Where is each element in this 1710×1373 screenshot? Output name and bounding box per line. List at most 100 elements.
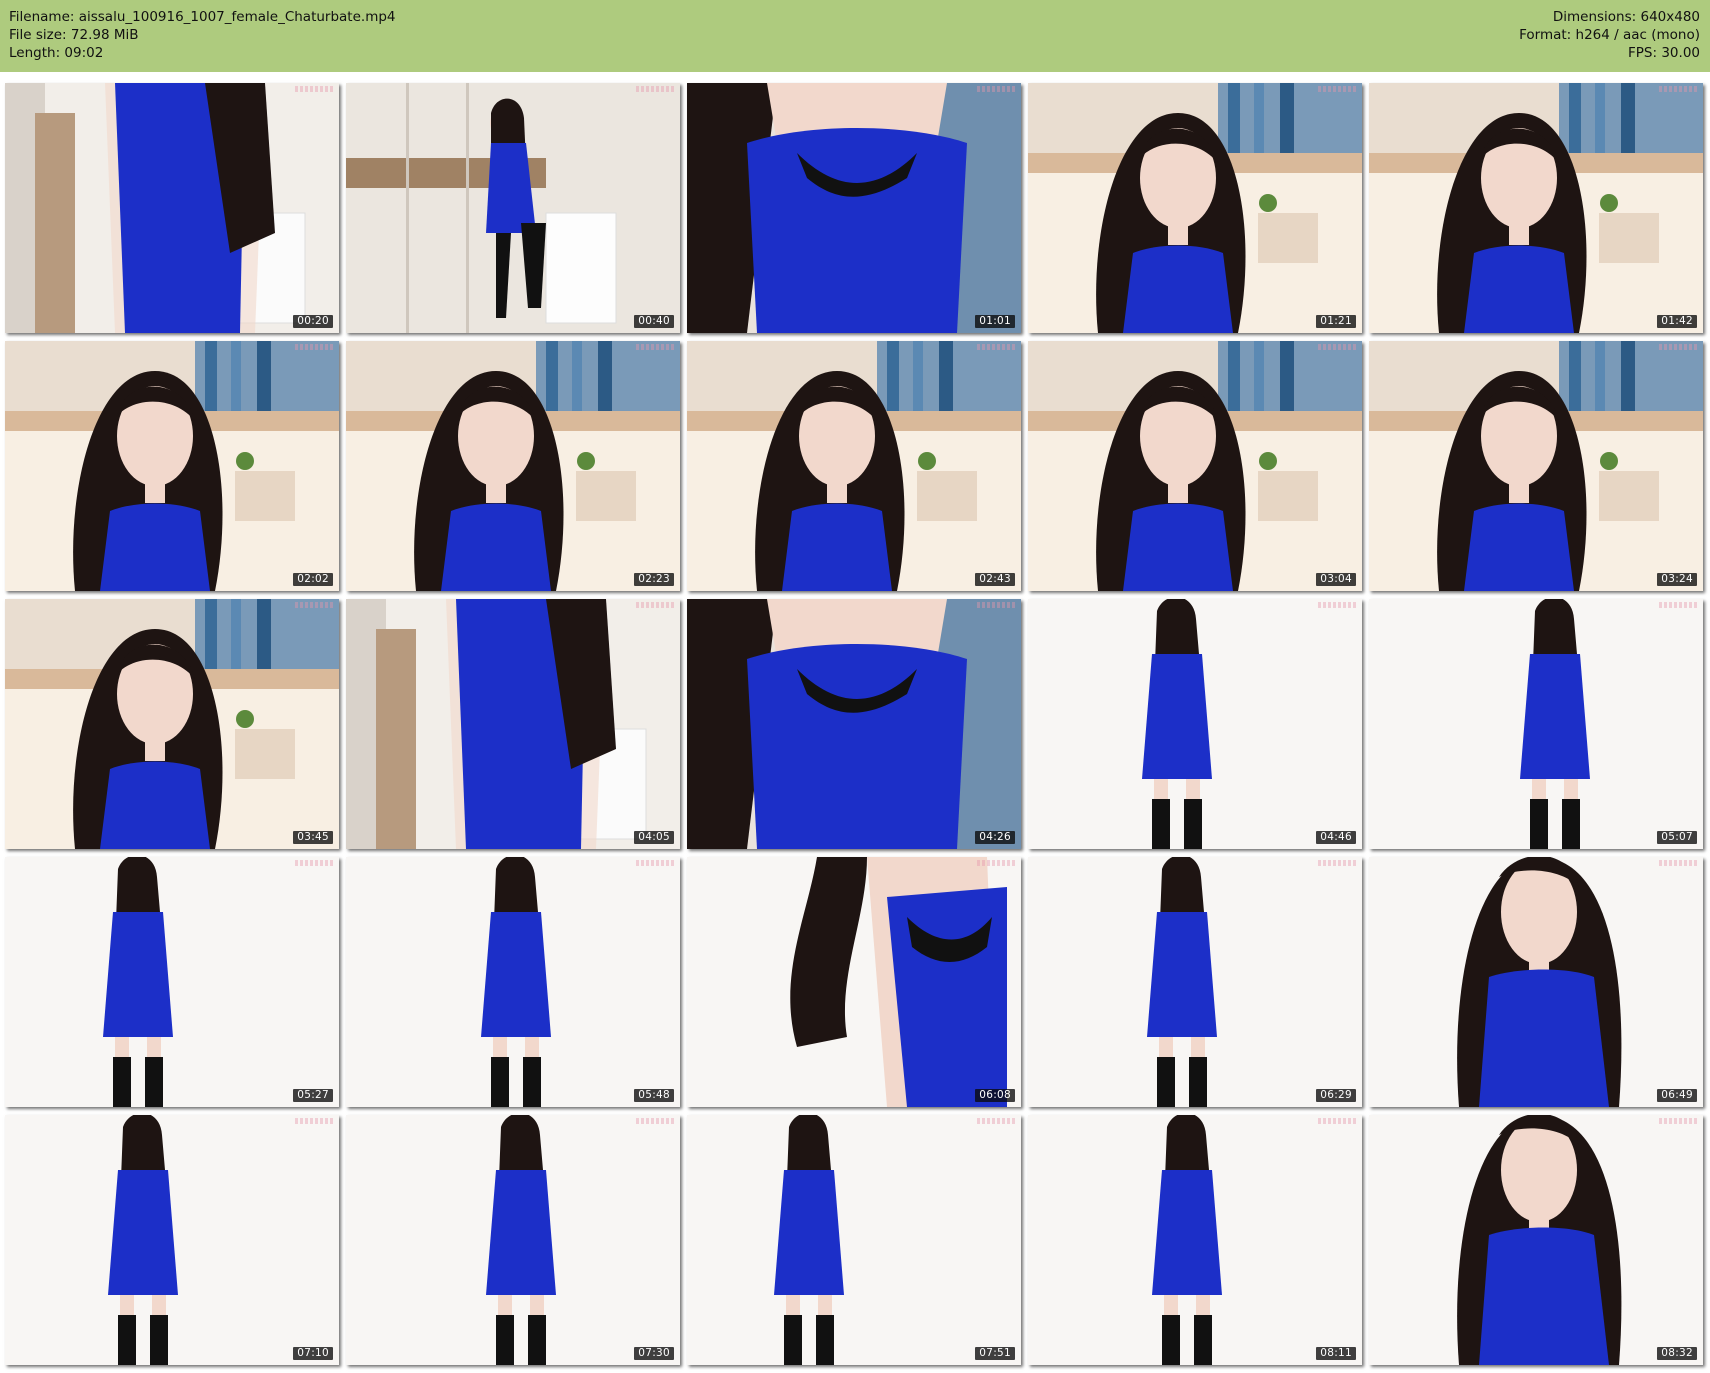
timestamp-label: 08:11 — [1316, 1347, 1356, 1360]
video-thumbnail: 00:40 — [346, 83, 680, 333]
watermark — [977, 602, 1015, 608]
video-thumbnail: 02:02 — [5, 341, 339, 591]
frame-image — [5, 599, 339, 849]
timestamp-label: 07:30 — [634, 1347, 674, 1360]
video-thumbnail: 06:08 — [687, 857, 1021, 1107]
watermark — [1659, 602, 1697, 608]
watermark — [977, 860, 1015, 866]
fps-text: FPS: 30.00 — [1628, 45, 1700, 61]
file-info-header: Filename: aissalu_100916_1007_female_Cha… — [0, 0, 1710, 72]
timestamp-label: 01:42 — [1657, 315, 1697, 328]
timestamp-label: 06:08 — [975, 1089, 1015, 1102]
video-thumbnail: 04:46 — [1028, 599, 1362, 849]
length-text: Length: 09:02 — [9, 45, 104, 61]
frame-image — [687, 83, 1021, 333]
watermark — [295, 344, 333, 350]
watermark — [636, 86, 674, 92]
video-thumbnail: 07:10 — [5, 1115, 339, 1365]
timestamp-label: 06:49 — [1657, 1089, 1697, 1102]
frame-image — [5, 83, 339, 333]
frame-image — [1369, 857, 1703, 1107]
video-thumbnail: 03:04 — [1028, 341, 1362, 591]
file-info-right: Dimensions: 640x480 Format: h264 / aac (… — [1519, 8, 1700, 62]
video-thumbnail: 06:49 — [1369, 857, 1703, 1107]
timestamp-label: 04:26 — [975, 831, 1015, 844]
watermark — [977, 344, 1015, 350]
thumbnail-grid: 00:20 00:40 01:01 01:21 01:42 02:02 02:2… — [5, 83, 1705, 1368]
watermark — [977, 1118, 1015, 1124]
timestamp-label: 02:43 — [975, 573, 1015, 586]
watermark — [636, 1118, 674, 1124]
timestamp-label: 04:46 — [1316, 831, 1356, 844]
watermark — [295, 602, 333, 608]
timestamp-label: 03:45 — [293, 831, 333, 844]
timestamp-label: 01:01 — [975, 315, 1015, 328]
video-thumbnail: 06:29 — [1028, 857, 1362, 1107]
video-thumbnail: 07:51 — [687, 1115, 1021, 1365]
video-thumbnail: 02:43 — [687, 341, 1021, 591]
timestamp-label: 03:04 — [1316, 573, 1356, 586]
frame-image — [687, 341, 1021, 591]
watermark — [1659, 344, 1697, 350]
frame-image — [687, 857, 1021, 1107]
watermark — [977, 86, 1015, 92]
watermark — [1318, 602, 1356, 608]
filename-text: Filename: aissalu_100916_1007_female_Cha… — [9, 9, 396, 25]
timestamp-label: 07:51 — [975, 1347, 1015, 1360]
watermark — [1318, 1118, 1356, 1124]
timestamp-label: 02:23 — [634, 573, 674, 586]
frame-image — [346, 857, 680, 1107]
watermark — [295, 860, 333, 866]
video-thumbnail: 00:20 — [5, 83, 339, 333]
watermark — [1659, 860, 1697, 866]
timestamp-label: 00:40 — [634, 315, 674, 328]
dimensions-text: Dimensions: 640x480 — [1552, 9, 1700, 25]
video-thumbnail: 05:27 — [5, 857, 339, 1107]
timestamp-label: 00:20 — [293, 315, 333, 328]
timestamp-label: 02:02 — [293, 573, 333, 586]
frame-image — [346, 341, 680, 591]
file-info-left: Filename: aissalu_100916_1007_female_Cha… — [9, 8, 396, 62]
timestamp-label: 08:32 — [1657, 1347, 1697, 1360]
watermark — [1659, 1118, 1697, 1124]
video-thumbnail: 08:32 — [1369, 1115, 1703, 1365]
video-thumbnail: 05:07 — [1369, 599, 1703, 849]
frame-image — [1028, 599, 1362, 849]
video-thumbnail: 01:42 — [1369, 83, 1703, 333]
timestamp-label: 03:24 — [1657, 573, 1697, 586]
timestamp-label: 07:10 — [293, 1347, 333, 1360]
timestamp-label: 05:27 — [293, 1089, 333, 1102]
video-thumbnail: 05:48 — [346, 857, 680, 1107]
filesize-text: File size: 72.98 MiB — [9, 27, 139, 43]
frame-image — [1369, 341, 1703, 591]
video-thumbnail: 04:05 — [346, 599, 680, 849]
frame-image — [5, 857, 339, 1107]
video-thumbnail: 02:23 — [346, 341, 680, 591]
video-thumbnail: 01:21 — [1028, 83, 1362, 333]
format-text: Format: h264 / aac (mono) — [1519, 27, 1700, 43]
frame-image — [687, 599, 1021, 849]
watermark — [1318, 344, 1356, 350]
timestamp-label: 05:48 — [634, 1089, 674, 1102]
frame-image — [1028, 1115, 1362, 1365]
frame-image — [346, 83, 680, 333]
frame-image — [687, 1115, 1021, 1365]
frame-image — [1369, 599, 1703, 849]
watermark — [636, 602, 674, 608]
frame-image — [1369, 83, 1703, 333]
video-thumbnail: 08:11 — [1028, 1115, 1362, 1365]
watermark — [636, 860, 674, 866]
video-thumbnail: 04:26 — [687, 599, 1021, 849]
watermark — [295, 86, 333, 92]
timestamp-label: 06:29 — [1316, 1089, 1356, 1102]
frame-image — [346, 599, 680, 849]
timestamp-label: 04:05 — [634, 831, 674, 844]
watermark — [1318, 86, 1356, 92]
frame-image — [1028, 857, 1362, 1107]
frame-image — [1028, 341, 1362, 591]
frame-image — [5, 1115, 339, 1365]
frame-image — [346, 1115, 680, 1365]
watermark — [636, 344, 674, 350]
watermark — [1659, 86, 1697, 92]
watermark — [295, 1118, 333, 1124]
